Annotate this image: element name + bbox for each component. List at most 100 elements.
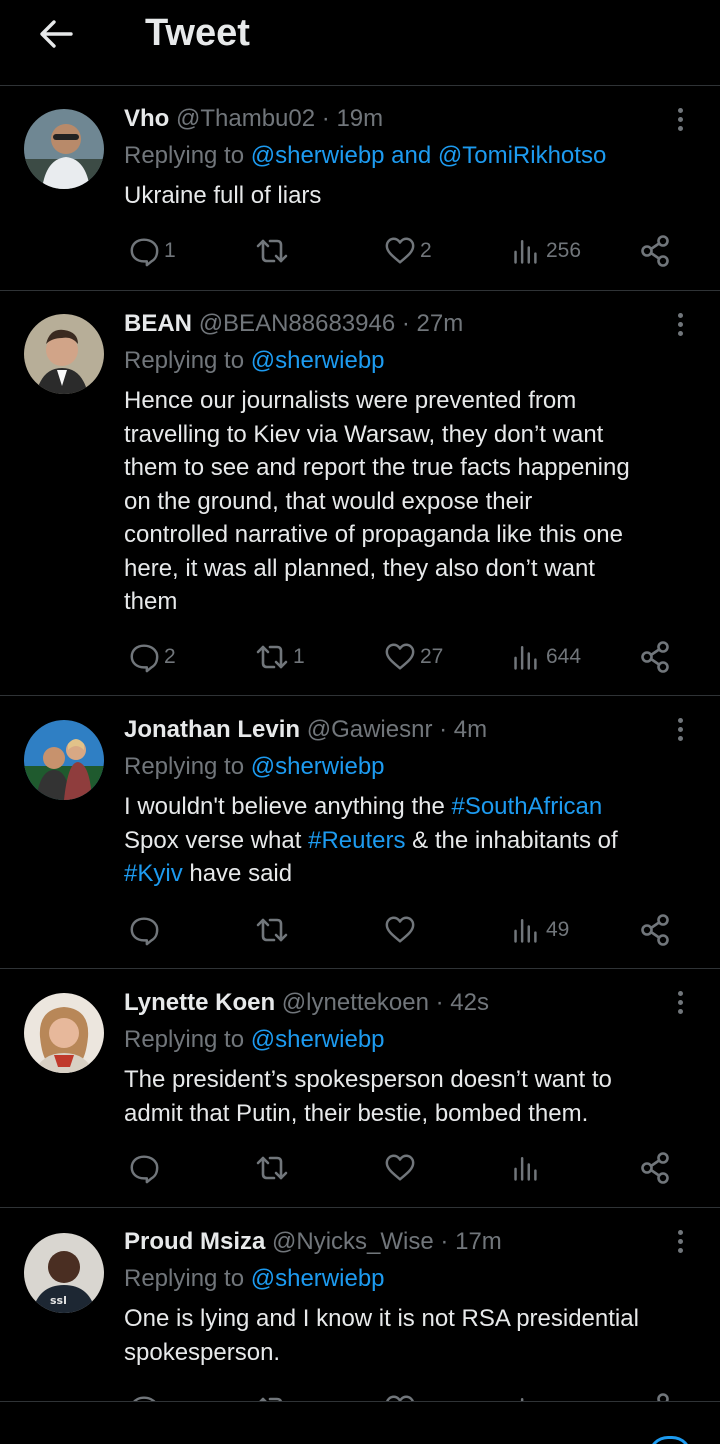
retweet-icon	[255, 234, 289, 268]
more-options-button[interactable]	[670, 982, 690, 1022]
tweet-actions: 49	[0, 910, 720, 950]
retweet-button[interactable]	[255, 1389, 289, 1402]
more-options-button[interactable]	[670, 304, 690, 344]
retweet-button[interactable]: 1	[255, 637, 305, 677]
author-handle[interactable]: @Thambu02	[176, 105, 315, 132]
reply-count: 1	[164, 239, 176, 262]
heart-icon	[384, 1393, 416, 1402]
more-options-button[interactable]	[670, 709, 690, 749]
arrow-left-icon	[40, 20, 73, 48]
reply-tweet[interactable]: BEAN @BEAN88683946 · 27m Replying to @sh…	[0, 292, 720, 696]
author-name[interactable]: Proud Msiza	[124, 1228, 265, 1255]
author-handle[interactable]: @Nyicks_Wise	[272, 1228, 434, 1255]
reply-button[interactable]	[128, 910, 164, 950]
heart-icon	[384, 1152, 416, 1184]
like-button[interactable]: 27	[384, 637, 443, 677]
views-button[interactable]: 256	[512, 231, 581, 271]
like-button[interactable]: 2	[384, 231, 432, 271]
tweet-time[interactable]: 42s	[450, 989, 489, 1016]
avatar[interactable]	[24, 720, 104, 800]
back-button[interactable]	[28, 10, 84, 58]
tweet-actions: 2 1 27 644	[0, 637, 720, 677]
retweet-icon	[255, 1151, 289, 1185]
share-button[interactable]	[638, 910, 672, 950]
more-options-button[interactable]	[670, 1221, 690, 1261]
view-count: 49	[546, 918, 570, 941]
avatar[interactable]	[24, 314, 104, 394]
share-icon	[638, 1392, 672, 1402]
author-name[interactable]: Lynette Koen	[124, 989, 275, 1016]
tweet-text-line: on the ground, that would expose their	[124, 487, 533, 515]
views-bars-icon	[512, 642, 542, 672]
tweet-time[interactable]: 17m	[455, 1228, 502, 1255]
tweet-text-line: spokesperson.	[124, 1338, 281, 1366]
reply-button[interactable]	[128, 1148, 164, 1188]
hashtag-link[interactable]: #Reuters	[308, 827, 405, 854]
hashtag-link[interactable]: #SouthAfrican	[451, 793, 602, 820]
replying-mentions[interactable]: @sherwiebp and @TomiRikhotso	[251, 142, 607, 169]
more-options-button[interactable]	[670, 99, 690, 139]
author-name[interactable]: Vho	[124, 105, 169, 132]
retweet-button[interactable]	[255, 231, 293, 271]
tweet-actions: 1 2 256	[0, 231, 720, 271]
like-count: 2	[420, 239, 432, 262]
heart-icon	[384, 641, 416, 673]
separator: ·	[440, 1228, 449, 1255]
tweet-text-line: The president’s spokesperson doesn’t wan…	[124, 1066, 612, 1093]
tweet-text-line: Ukraine full of liars	[124, 182, 322, 209]
replying-mentions[interactable]: @sherwiebp	[251, 1026, 385, 1053]
author-handle[interactable]: @BEAN88683946	[199, 310, 396, 337]
replying-mentions[interactable]: @sherwiebp	[251, 1265, 385, 1292]
page-title: Tweet	[145, 12, 250, 54]
views-button[interactable]	[512, 1148, 546, 1188]
hashtag-link[interactable]: #Kyiv	[124, 860, 183, 887]
reply-tweet[interactable]: Vho @Thambu02 · 19m Replying to @sherwie…	[0, 87, 720, 291]
reply-tweet[interactable]: ssl Proud Msiza @Nyicks_Wise · 17m Reply…	[0, 1209, 720, 1402]
share-button[interactable]	[638, 637, 672, 677]
share-button[interactable]	[638, 1148, 672, 1188]
share-button[interactable]	[638, 1389, 672, 1402]
more-vertical-icon	[677, 312, 683, 318]
tweet-text: Ukraine full of liars	[124, 179, 694, 213]
tweet-text-line: admit that Putin, their bestie, bombed t…	[124, 1099, 589, 1127]
tweet-text-line: them	[124, 588, 178, 615]
reply-tweet[interactable]: Jonathan Levin @Gawiesnr · 4m Replying t…	[0, 697, 720, 969]
bottom-area	[0, 1403, 720, 1444]
replying-label: Replying to	[124, 347, 245, 374]
author-name[interactable]: BEAN	[124, 310, 192, 337]
views-button[interactable]: 49	[512, 910, 569, 950]
top-bar: Tweet	[0, 0, 720, 86]
replying-label: Replying to	[124, 1265, 245, 1292]
like-button[interactable]	[384, 910, 420, 950]
like-button[interactable]	[384, 1389, 416, 1402]
reply-button[interactable]: 2	[128, 637, 176, 677]
view-count: 256	[546, 239, 582, 262]
author-handle[interactable]: @lynettekoen	[282, 989, 429, 1016]
retweet-button[interactable]	[255, 910, 293, 950]
avatar[interactable]	[24, 109, 104, 189]
share-icon	[638, 640, 672, 674]
views-button[interactable]	[512, 1389, 542, 1402]
share-button[interactable]	[638, 231, 672, 271]
tweet-text: I wouldn't believe anything the #SouthAf…	[124, 790, 694, 891]
avatar[interactable]: ssl	[24, 1233, 104, 1313]
views-button[interactable]: 644	[512, 637, 581, 677]
replying-mentions[interactable]: @sherwiebp	[251, 753, 385, 780]
replying-label: Replying to	[124, 142, 245, 169]
author-handle[interactable]: @Gawiesnr	[307, 716, 433, 743]
avatar[interactable]	[24, 993, 104, 1073]
tweet-time[interactable]: 19m	[336, 105, 383, 132]
retweet-button[interactable]	[255, 1148, 293, 1188]
reply-tweet[interactable]: Lynette Koen @lynettekoen · 42s Replying…	[0, 970, 720, 1208]
reply-bubble-icon	[128, 1393, 160, 1402]
compose-button-edge[interactable]	[648, 1436, 692, 1444]
reply-button[interactable]	[128, 1389, 160, 1402]
reply-button[interactable]: 1	[128, 231, 176, 271]
tweet-time[interactable]: 27m	[417, 310, 464, 337]
like-button[interactable]	[384, 1148, 420, 1188]
author-name[interactable]: Jonathan Levin	[124, 716, 300, 743]
tweet-text: The president’s spokesperson doesn’t wan…	[124, 1063, 694, 1130]
tweet-time[interactable]: 4m	[454, 716, 487, 743]
replying-mentions[interactable]: @sherwiebp	[251, 347, 385, 374]
retweet-icon	[255, 913, 289, 947]
